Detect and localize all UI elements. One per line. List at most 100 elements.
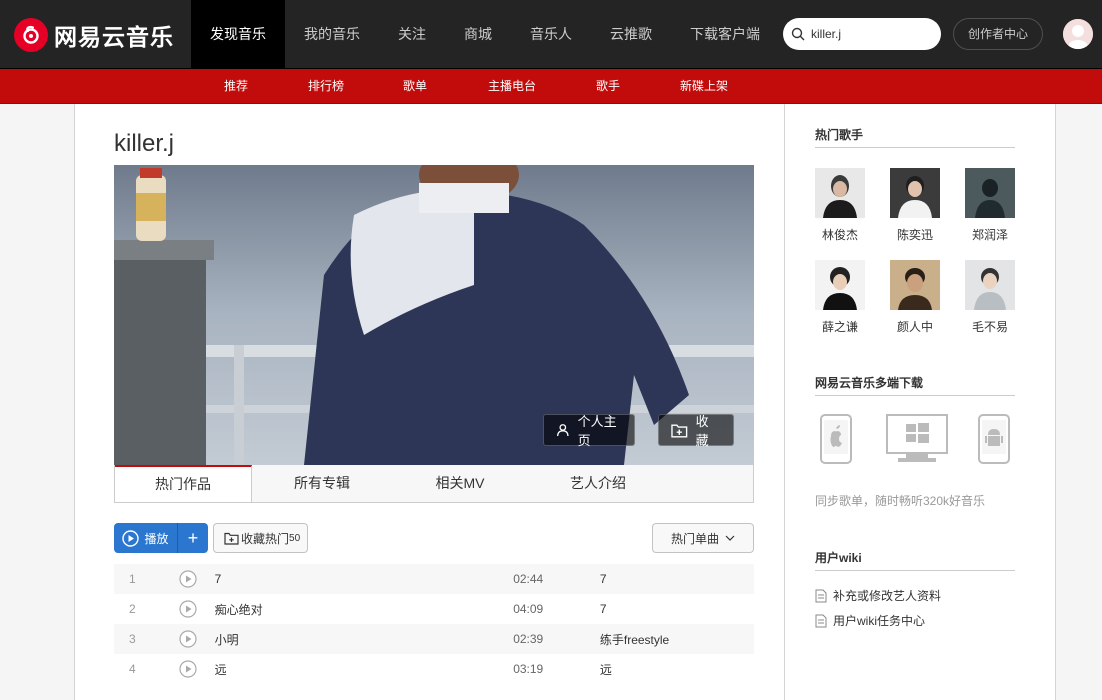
singer-card[interactable]: 郑润泽	[965, 168, 1015, 243]
song-list: 1 7 02:44 7 2 痴心绝对 04:09 7 3 小明 02:39 练手…	[114, 564, 754, 684]
song-play-icon[interactable]	[179, 660, 206, 678]
hot-singers-rule	[815, 147, 1015, 148]
user-avatar[interactable]	[1063, 19, 1093, 49]
singer-name[interactable]: 林俊杰	[805, 226, 875, 243]
ios-download-icon[interactable]	[820, 414, 852, 467]
song-index: 4	[128, 662, 136, 676]
document-icon	[815, 614, 827, 627]
singer-name[interactable]: 颜人中	[880, 318, 950, 335]
play-all-button[interactable]: 播放 +	[114, 523, 208, 553]
song-play-icon[interactable]	[179, 570, 206, 588]
song-duration: 02:44	[513, 572, 544, 586]
wiki-title: 用户wiki	[815, 551, 862, 565]
song-album[interactable]: 远	[600, 661, 754, 678]
singer-card[interactable]: 颜人中	[890, 260, 940, 335]
song-album[interactable]: 7	[600, 602, 754, 616]
singer-avatar[interactable]	[890, 260, 940, 310]
subnav-recommend[interactable]: 推荐	[224, 69, 248, 103]
singer-avatar[interactable]	[965, 260, 1015, 310]
song-play-icon[interactable]	[179, 600, 206, 618]
singer-avatar[interactable]	[815, 168, 865, 218]
search-box[interactable]	[783, 18, 941, 50]
collect-hot-button[interactable]: 收藏热门 50	[213, 523, 308, 553]
nav-musician[interactable]: 音乐人	[511, 0, 591, 69]
hot-singers-title: 热门歌手	[815, 128, 864, 142]
main-nav: 发现音乐 我的音乐 关注 商城 音乐人 云推歌 下载客户端	[191, 0, 779, 69]
search-input[interactable]	[811, 27, 921, 41]
android-download-icon[interactable]	[978, 414, 1010, 467]
song-row[interactable]: 4 远 03:19 远	[114, 654, 754, 684]
nav-follow[interactable]: 关注	[379, 0, 445, 69]
tab-hot-works[interactable]: 热门作品	[115, 465, 252, 502]
song-row[interactable]: 2 痴心绝对 04:09 7	[114, 594, 754, 624]
folder-add-icon	[224, 532, 239, 545]
sub-navbar: 推荐 排行榜 歌单 主播电台 歌手 新碟上架	[0, 69, 1102, 104]
wiki-link-edit-artist[interactable]: 补充或修改艺人资料	[815, 587, 941, 604]
song-album[interactable]: 7	[600, 572, 754, 586]
song-index: 2	[128, 602, 136, 616]
song-duration: 04:09	[513, 602, 544, 616]
song-play-icon[interactable]	[179, 630, 206, 648]
artist-profile-button[interactable]: 个人主页	[543, 414, 635, 448]
user-icon	[557, 424, 569, 437]
tab-related-mv[interactable]: 相关MV	[392, 465, 528, 502]
nav-my-music[interactable]: 我的音乐	[285, 0, 379, 69]
singer-name[interactable]: 毛不易	[955, 318, 1025, 335]
top-navbar: 网易云音乐 发现音乐 我的音乐 关注 商城 音乐人 云推歌 下载客户端 创作者中…	[0, 0, 1102, 69]
tab-artist-intro[interactable]: 艺人介绍	[528, 465, 668, 502]
wiki-link-label[interactable]: 用户wiki任务中心	[833, 612, 925, 629]
add-to-playlist-button[interactable]: +	[178, 523, 208, 553]
wiki-rule	[815, 570, 1015, 571]
song-album[interactable]: 练手freestyle	[600, 631, 754, 648]
artist-profile-label: 个人主页	[577, 414, 617, 448]
artist-collect-label: 收藏	[695, 414, 709, 448]
song-duration: 02:39	[513, 632, 544, 646]
artist-tabs: 热门作品 所有专辑 相关MV 艺人介绍	[114, 465, 754, 503]
singer-name[interactable]: 陈奕迅	[880, 226, 950, 243]
song-title[interactable]: 7	[215, 572, 514, 586]
singer-avatar[interactable]	[965, 168, 1015, 218]
folder-add-icon	[671, 423, 688, 438]
singer-card[interactable]: 陈奕迅	[890, 168, 940, 243]
sort-dropdown-label: 热门单曲	[670, 531, 719, 546]
sort-dropdown[interactable]: 热门单曲	[652, 523, 754, 553]
subnav-new-albums[interactable]: 新碟上架	[680, 69, 728, 103]
pc-download-icon[interactable]	[886, 414, 948, 467]
song-title[interactable]: 小明	[215, 631, 514, 648]
artist-collect-button[interactable]: 收藏	[658, 414, 734, 448]
singer-card[interactable]: 毛不易	[965, 260, 1015, 335]
artist-name: killer.j	[114, 130, 175, 157]
subnav-playlists[interactable]: 歌单	[403, 69, 427, 103]
tab-all-albums[interactable]: 所有专辑	[252, 465, 392, 502]
subnav-charts[interactable]: 排行榜	[308, 69, 344, 103]
song-duration: 03:19	[513, 662, 544, 676]
nav-download-client[interactable]: 下载客户端	[671, 0, 779, 69]
singer-name[interactable]: 郑润泽	[955, 226, 1025, 243]
sidebar-divider	[784, 104, 785, 700]
song-row[interactable]: 3 小明 02:39 练手freestyle	[114, 624, 754, 654]
play-label: 播放	[144, 531, 169, 546]
singer-card[interactable]: 薛之谦	[815, 260, 865, 335]
singer-avatar[interactable]	[890, 168, 940, 218]
song-title[interactable]: 痴心绝对	[215, 601, 514, 618]
singer-avatar[interactable]	[815, 260, 865, 310]
song-title[interactable]: 远	[215, 661, 514, 678]
logo[interactable]: 网易云音乐	[14, 18, 174, 52]
wiki-link-task-center[interactable]: 用户wiki任务中心	[815, 612, 925, 629]
play-main[interactable]: 播放	[114, 523, 178, 553]
subnav-artists[interactable]: 歌手	[596, 69, 620, 103]
nav-cloud-recommend[interactable]: 云推歌	[591, 0, 671, 69]
singer-card[interactable]: 林俊杰	[815, 168, 865, 243]
download-rule	[815, 395, 1015, 396]
wiki-link-label[interactable]: 补充或修改艺人资料	[833, 587, 941, 604]
song-row[interactable]: 1 7 02:44 7	[114, 564, 754, 594]
singer-name[interactable]: 薛之谦	[805, 318, 875, 335]
play-circle-icon	[122, 529, 140, 547]
song-index: 3	[128, 632, 136, 646]
subnav-radio[interactable]: 主播电台	[488, 69, 536, 103]
download-caption: 同步歌单，随时畅听320k好音乐	[815, 494, 986, 508]
nav-store[interactable]: 商城	[445, 0, 511, 69]
creator-center-button[interactable]: 创作者中心	[953, 18, 1043, 50]
brand-name: 网易云音乐	[54, 24, 174, 50]
nav-discover[interactable]: 发现音乐	[191, 0, 285, 69]
